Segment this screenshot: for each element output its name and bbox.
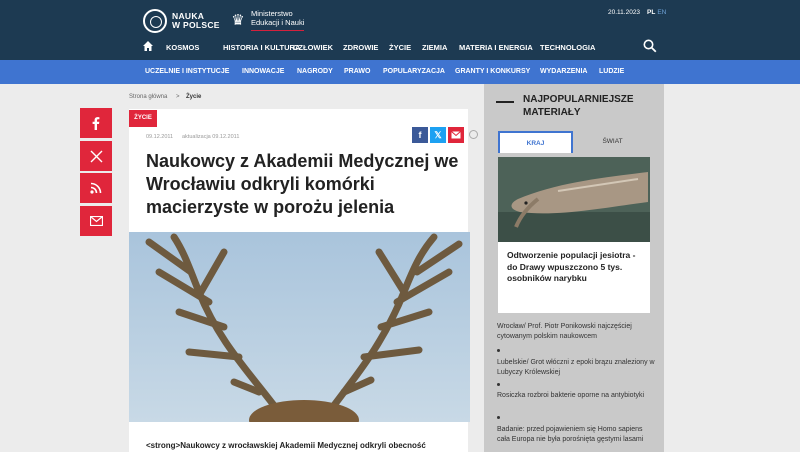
share-mail-button[interactable] [80, 206, 112, 236]
ministry-logo[interactable]: ♛ Ministerstwo Edukacji i Nauki [229, 9, 305, 31]
sidebar-title: NAJPOPULARNIEJSZE MATERIAŁY [523, 94, 634, 118]
article-photo [129, 232, 470, 422]
nav-ziemia[interactable]: ZIEMIA [422, 43, 447, 52]
breadcrumb-separator: > [176, 94, 180, 100]
subnav-ludzie[interactable]: LUDZIE [599, 68, 624, 75]
category-tag[interactable]: ŻYCIE [129, 110, 157, 127]
main-nav: KOSMOS HISTORIA I KULTURA CZŁOWIEK ZDROW… [0, 37, 800, 60]
language-switch: PL EN [647, 9, 666, 16]
subnav-innowacje[interactable]: INNOWACJE [242, 68, 284, 75]
share-x-button[interactable] [80, 141, 112, 171]
subnav-popularyzacja[interactable]: POPULARYZACJA [383, 68, 445, 75]
lang-en[interactable]: EN [657, 9, 666, 16]
nav-historia-i-kultura[interactable]: HISTORIA I KULTURA [223, 43, 300, 52]
nav-zdrowie[interactable]: ZDROWIE [343, 43, 378, 52]
tab-swiat[interactable]: ŚWIAT [575, 131, 650, 153]
updated-date: aktualizacja 09.12.2011 [182, 134, 240, 140]
featured-image[interactable] [498, 157, 650, 242]
featured-title[interactable]: Odtworzenie populacji jesiotra - do Draw… [507, 250, 637, 285]
article-share-facebook[interactable]: f [412, 127, 428, 143]
subnav-wydarzenia[interactable]: WYDARZENIA [540, 68, 587, 75]
sturgeon-image [498, 157, 650, 242]
subnav-granty[interactable]: GRANTY I KONKURSY [455, 68, 530, 75]
top-bar: NAUKA W POLSCE ♛ Ministerstwo Edukacji i… [0, 0, 800, 37]
share-facebook-button[interactable] [80, 108, 112, 138]
subnav-prawo[interactable]: PRAWO [344, 68, 370, 75]
article-share-mail[interactable] [448, 127, 464, 143]
popular-item[interactable]: Lubelskie/ Grot włóczni z epoki brązu zn… [497, 358, 657, 378]
popular-item[interactable]: Badanie: przed pojawieniem się Homo sapi… [497, 425, 657, 445]
list-bullet [497, 416, 500, 419]
site-logo[interactable]: NAUKA W POLSCE [143, 9, 220, 33]
article-title: Naukowcy z Akademii Medycznej we Wrocław… [146, 151, 459, 217]
mail-icon [451, 131, 461, 139]
facebook-icon [92, 117, 100, 130]
mail-icon [89, 216, 103, 226]
search-icon[interactable] [643, 39, 657, 53]
subnav-uczelnie[interactable]: UCZELNIE I INSTYTUCJE [145, 68, 229, 75]
nav-czlowiek[interactable]: CZŁOWIEK [293, 43, 333, 52]
list-bullet [497, 383, 500, 386]
logo-line-2: W POLSCE [172, 20, 220, 30]
deer-antlers-image [129, 232, 470, 422]
nav-technologia[interactable]: TECHNOLOGIA [540, 43, 595, 52]
facebook-icon: f [418, 130, 422, 140]
tab-kraj[interactable]: KRAJ [498, 131, 573, 153]
article-lead: <strong>Naukowcy z wrocławskiej Akademii… [146, 441, 426, 450]
sidebar-title-rule [496, 101, 514, 103]
reaction-icon[interactable] [469, 130, 478, 139]
logo-emblem-icon [143, 9, 167, 33]
ministry-line-2: Edukacji i Nauki [251, 17, 305, 27]
nav-materia-i-energia[interactable]: MATERIA I ENERGIA [459, 43, 533, 52]
current-date: 20.11.2023 [608, 9, 641, 16]
rss-button[interactable] [80, 173, 112, 203]
article-share-x[interactable]: 𝕏 [430, 127, 446, 143]
lang-pl[interactable]: PL [647, 9, 655, 16]
x-icon: 𝕏 [434, 129, 442, 140]
popular-item[interactable]: Rosiczka rozbroi bakterie oporne na anty… [497, 391, 657, 401]
nav-kosmos[interactable]: KOSMOS [166, 43, 199, 52]
eagle-icon: ♛ [231, 11, 245, 29]
sub-nav: UCZELNIE I INSTYTUCJE INNOWACJE NAGRODY … [0, 60, 800, 84]
subnav-nagrody[interactable]: NAGRODY [297, 68, 333, 75]
list-bullet [497, 349, 500, 352]
rss-icon [90, 182, 102, 194]
breadcrumb-current: Życie [186, 94, 202, 100]
nav-zycie[interactable]: ŻYCIE [389, 43, 411, 52]
popular-item[interactable]: Wrocław/ Prof. Piotr Ponikowski najczęśc… [497, 322, 657, 342]
published-date: 09.12.2011 [146, 134, 174, 140]
x-icon [90, 150, 102, 162]
home-icon[interactable] [142, 40, 154, 52]
breadcrumb-home[interactable]: Strona główna [129, 94, 167, 100]
